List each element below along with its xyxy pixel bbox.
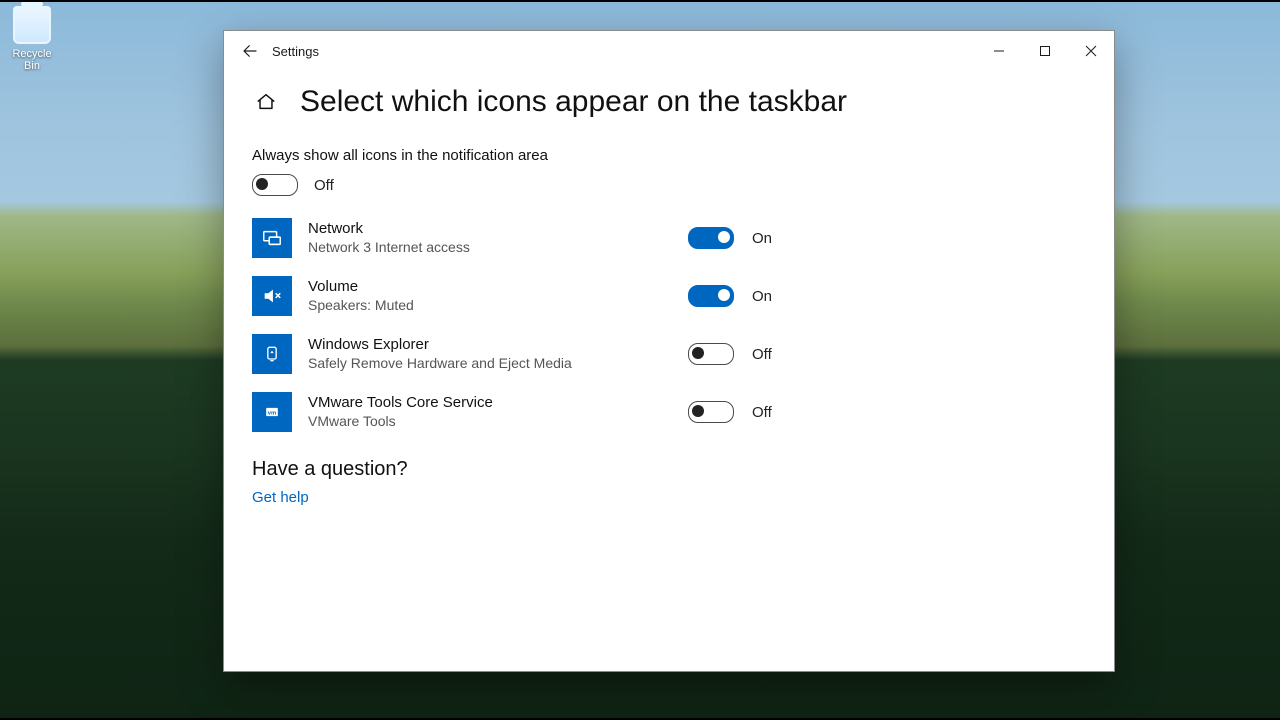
item-title: Windows Explorer [308, 336, 672, 355]
taskbar-icon-row-volume: Volume Speakers: Muted On [252, 276, 812, 316]
svg-text:vm: vm [268, 411, 276, 417]
master-toggle-state: Off [314, 177, 334, 194]
toggle-vmware[interactable] [688, 401, 734, 423]
master-toggle-row: Off [252, 174, 1086, 196]
minimize-button[interactable] [976, 35, 1022, 67]
letterbox-top [0, 0, 1280, 2]
volume-mute-icon [252, 276, 292, 316]
eject-media-icon [252, 334, 292, 374]
vmware-icon: vm [252, 392, 292, 432]
window-controls [976, 35, 1114, 67]
taskbar-icon-row-explorer: Windows Explorer Safely Remove Hardware … [252, 334, 812, 374]
desktop-icon-recycle-bin[interactable]: Recycle Bin [6, 6, 58, 72]
window-title: Settings [268, 44, 319, 59]
settings-window: Settings Select which icons appear on th… [223, 30, 1115, 672]
toggle-state: Off [752, 404, 812, 421]
toggle-network[interactable] [688, 227, 734, 249]
item-title: Network [308, 220, 672, 239]
toggle-volume[interactable] [688, 285, 734, 307]
minimize-icon [993, 45, 1005, 57]
arrow-left-icon [241, 42, 259, 60]
toggle-state: On [752, 230, 812, 247]
item-title: Volume [308, 278, 672, 297]
item-subtitle: Speakers: Muted [308, 297, 672, 315]
taskbar-icon-row-network: Network Network 3 Internet access On [252, 218, 812, 258]
master-toggle-label: Always show all icons in the notificatio… [252, 147, 1086, 164]
titlebar[interactable]: Settings [224, 31, 1114, 71]
item-subtitle: VMware Tools [308, 413, 672, 431]
toggle-state: Off [752, 346, 812, 363]
maximize-button[interactable] [1022, 35, 1068, 67]
recycle-bin-label: Recycle Bin [6, 48, 58, 72]
page-header: Select which icons appear on the taskbar [252, 85, 1086, 119]
master-toggle[interactable] [252, 174, 298, 196]
close-button[interactable] [1068, 35, 1114, 67]
toggle-state: On [752, 288, 812, 305]
taskbar-icon-row-vmware: vm VMware Tools Core Service VMware Tool… [252, 392, 812, 432]
recycle-bin-icon [13, 6, 51, 44]
get-help-link[interactable]: Get help [252, 489, 309, 506]
network-icon [252, 218, 292, 258]
home-icon [255, 91, 277, 113]
help-heading: Have a question? [252, 458, 1086, 481]
maximize-icon [1039, 45, 1051, 57]
toggle-explorer[interactable] [688, 343, 734, 365]
item-subtitle: Network 3 Internet access [308, 239, 672, 257]
close-icon [1085, 45, 1097, 57]
home-button[interactable] [252, 88, 280, 116]
item-title: VMware Tools Core Service [308, 394, 672, 413]
page-title: Select which icons appear on the taskbar [300, 85, 847, 119]
back-button[interactable] [232, 33, 268, 69]
content-area: Select which icons appear on the taskbar… [224, 71, 1114, 671]
item-subtitle: Safely Remove Hardware and Eject Media [308, 355, 672, 373]
